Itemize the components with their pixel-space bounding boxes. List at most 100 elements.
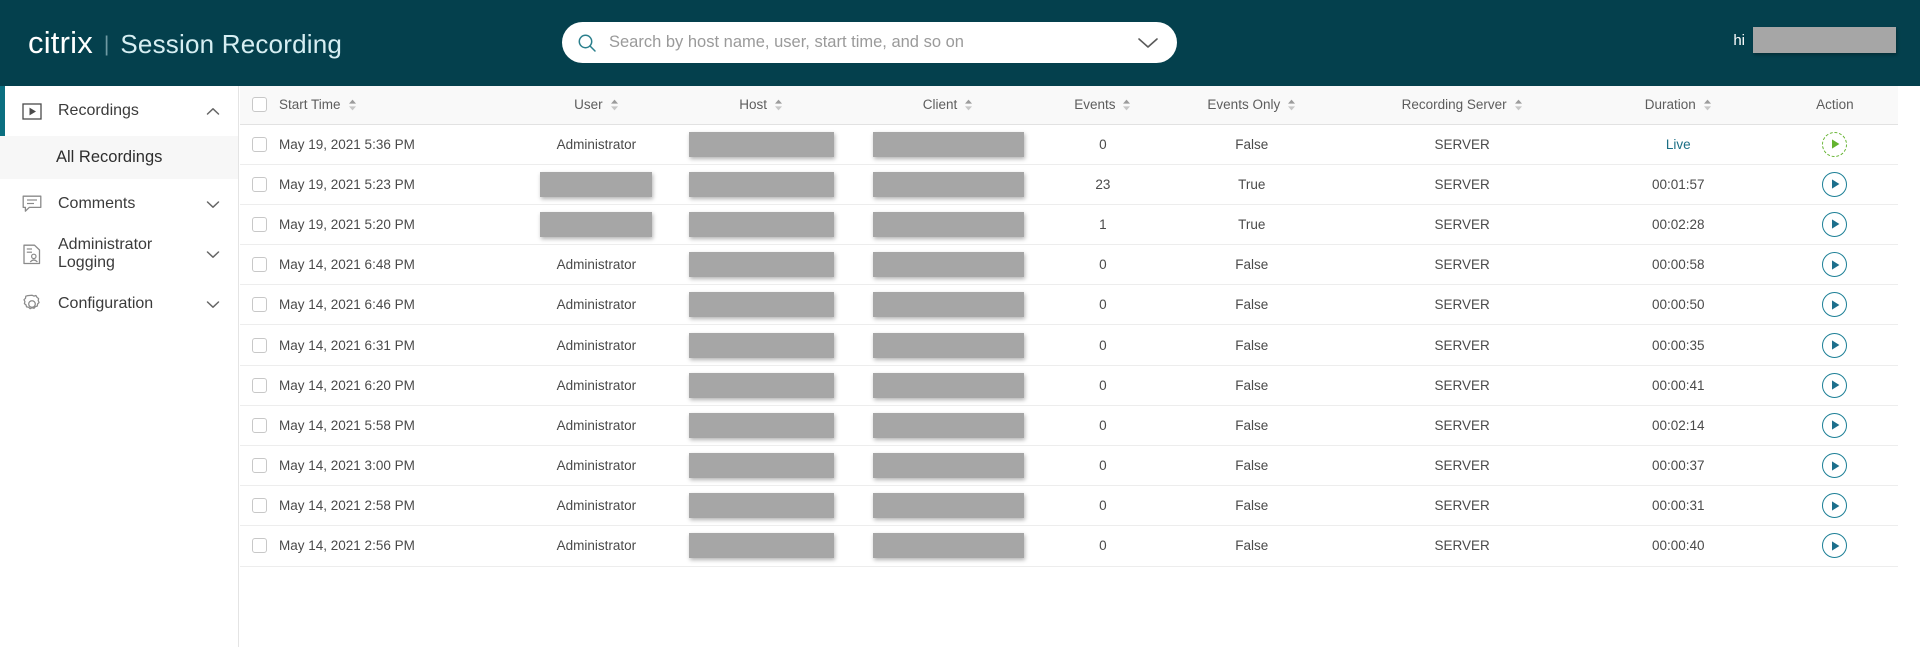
row-checkbox[interactable] — [252, 137, 267, 152]
chevron-down-icon[interactable] — [206, 300, 220, 309]
cell-user-wrap: Administrator — [525, 405, 668, 445]
column-header-events[interactable]: Events — [1042, 86, 1165, 124]
cell-events-only: False — [1235, 137, 1268, 152]
cell-events: 0 — [1099, 538, 1107, 553]
row-checkbox[interactable] — [252, 378, 267, 393]
chevron-down-icon[interactable] — [1137, 36, 1159, 50]
column-header-host[interactable]: Host — [668, 86, 855, 124]
row-checkbox[interactable] — [252, 257, 267, 272]
cell-start-time: May 14, 2021 2:58 PM — [279, 498, 415, 513]
cell-user-wrap: Administrator — [525, 486, 668, 526]
cell-duration: 00:01:57 — [1652, 177, 1705, 192]
cell-start-time-wrap: May 19, 2021 5:20 PM — [240, 204, 525, 244]
cell-duration: 00:00:35 — [1652, 338, 1705, 353]
sort-arrows-icon[interactable] — [1122, 99, 1131, 111]
cell-recording-server: SERVER — [1434, 498, 1489, 513]
select-all-checkbox[interactable] — [252, 97, 267, 112]
cell-recording-server: SERVER — [1434, 137, 1489, 152]
play-button[interactable] — [1822, 533, 1847, 558]
sort-arrows-icon[interactable] — [1703, 99, 1712, 111]
table-row[interactable]: May 19, 2021 5:36 PMAdministrator0FalseS… — [240, 124, 1898, 164]
play-button[interactable] — [1822, 453, 1847, 478]
column-header-user[interactable]: User — [525, 86, 668, 124]
play-button[interactable] — [1822, 373, 1847, 398]
cell-duration: 00:00:31 — [1652, 498, 1705, 513]
sort-arrows-icon[interactable] — [348, 99, 357, 111]
cell-events-only-wrap: False — [1164, 486, 1339, 526]
cell-events-only-wrap: False — [1164, 124, 1339, 164]
chevron-down-icon[interactable] — [206, 200, 220, 209]
host-redacted — [689, 132, 834, 157]
column-header-start-time[interactable]: Start Time — [240, 86, 525, 124]
play-button[interactable] — [1822, 212, 1847, 237]
row-checkbox[interactable] — [252, 498, 267, 513]
sort-arrows-icon[interactable] — [1287, 99, 1296, 111]
chevron-up-icon[interactable] — [206, 107, 220, 116]
column-header-recording-server[interactable]: Recording Server — [1339, 86, 1584, 124]
host-redacted — [689, 292, 834, 317]
column-header-events-only[interactable]: Events Only — [1164, 86, 1339, 124]
row-checkbox[interactable] — [252, 217, 267, 232]
table-row[interactable]: May 14, 2021 5:58 PMAdministrator0FalseS… — [240, 405, 1898, 445]
sort-arrows-icon[interactable] — [610, 99, 619, 111]
play-button[interactable] — [1822, 333, 1847, 358]
play-button[interactable] — [1822, 292, 1847, 317]
cell-events-only: False — [1235, 418, 1268, 433]
cell-start-time: May 14, 2021 3:00 PM — [279, 458, 415, 473]
column-header-duration[interactable]: Duration — [1585, 86, 1772, 124]
cell-start-time-wrap: May 14, 2021 2:58 PM — [240, 486, 525, 526]
cell-action-wrap — [1772, 526, 1898, 566]
client-redacted — [873, 212, 1024, 237]
host-redacted — [689, 493, 834, 518]
cell-user-wrap: Administrator — [525, 285, 668, 325]
cell-duration: 00:00:40 — [1652, 538, 1705, 553]
row-checkbox[interactable] — [252, 297, 267, 312]
chevron-down-icon[interactable] — [206, 250, 220, 259]
table-row[interactable]: May 14, 2021 6:46 PMAdministrator0FalseS… — [240, 285, 1898, 325]
sidebar-item-comments[interactable]: Comments — [0, 179, 238, 229]
sort-arrows-icon[interactable] — [774, 99, 783, 111]
table-row[interactable]: May 14, 2021 2:58 PMAdministrator0FalseS… — [240, 486, 1898, 526]
play-button[interactable] — [1822, 252, 1847, 277]
table-row[interactable]: May 14, 2021 2:56 PMAdministrator0FalseS… — [240, 526, 1898, 566]
sort-arrows-icon[interactable] — [964, 99, 973, 111]
cell-client-wrap — [855, 164, 1042, 204]
table-row[interactable]: May 19, 2021 5:23 PM23TrueSERVER00:01:57 — [240, 164, 1898, 204]
cell-host-wrap — [668, 164, 855, 204]
row-checkbox[interactable] — [252, 418, 267, 433]
search-input[interactable] — [609, 33, 1137, 52]
sort-arrows-icon[interactable] — [1514, 99, 1523, 111]
table-row[interactable]: May 19, 2021 5:20 PM1TrueSERVER00:02:28 — [240, 204, 1898, 244]
table-row[interactable]: May 14, 2021 6:20 PMAdministrator0FalseS… — [240, 365, 1898, 405]
row-checkbox[interactable] — [252, 338, 267, 353]
sidebar-nav: Recordings All Recordings Comments — [0, 86, 239, 647]
cell-host-wrap — [668, 526, 855, 566]
table-row[interactable]: May 14, 2021 3:00 PMAdministrator0FalseS… — [240, 446, 1898, 486]
cell-duration-wrap: 00:00:37 — [1585, 446, 1772, 486]
row-checkbox[interactable] — [252, 538, 267, 553]
cell-events-wrap: 0 — [1042, 245, 1165, 285]
cell-host-wrap — [668, 204, 855, 244]
sidebar-item-configuration[interactable]: Configuration — [0, 279, 238, 329]
cell-action-wrap — [1772, 124, 1898, 164]
play-button[interactable] — [1822, 493, 1847, 518]
row-checkbox[interactable] — [252, 458, 267, 473]
cell-host-wrap — [668, 325, 855, 365]
comment-icon — [20, 192, 44, 216]
play-button[interactable] — [1822, 172, 1847, 197]
sidebar-item-recordings[interactable]: Recordings — [0, 86, 238, 136]
cell-action-wrap — [1772, 446, 1898, 486]
cell-events-wrap: 0 — [1042, 124, 1165, 164]
cell-recording-server-wrap: SERVER — [1339, 164, 1584, 204]
user-menu[interactable]: hi — [1733, 27, 1896, 53]
row-checkbox[interactable] — [252, 177, 267, 192]
column-header-client[interactable]: Client — [855, 86, 1042, 124]
play-button[interactable] — [1822, 132, 1847, 157]
table-row[interactable]: May 14, 2021 6:48 PMAdministrator0FalseS… — [240, 245, 1898, 285]
cell-user-wrap: Administrator — [525, 245, 668, 285]
play-button[interactable] — [1822, 413, 1847, 438]
search-bar[interactable] — [562, 22, 1177, 63]
table-row[interactable]: May 14, 2021 6:31 PMAdministrator0FalseS… — [240, 325, 1898, 365]
sidebar-item-all-recordings[interactable]: All Recordings — [0, 136, 238, 179]
sidebar-item-administrator-logging[interactable]: Administrator Logging — [0, 229, 238, 279]
